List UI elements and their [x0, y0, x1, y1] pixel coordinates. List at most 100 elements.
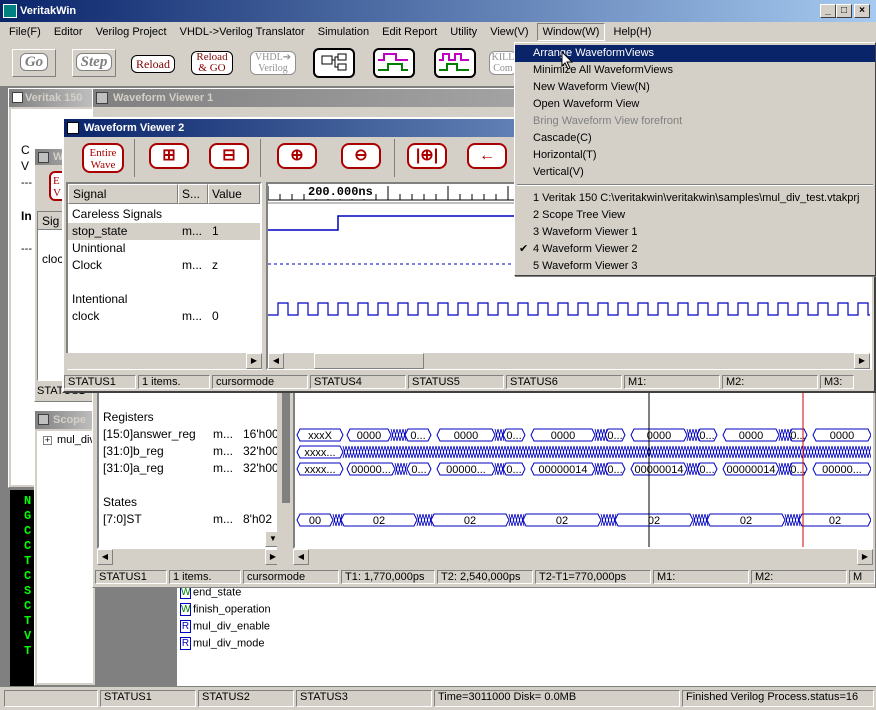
main-titlebar[interactable]: VeritakWin _ □ ×	[0, 0, 876, 22]
signal-name[interactable]: Clock	[72, 257, 102, 274]
wv2-signal-hscroll[interactable]: ▶	[66, 353, 262, 369]
window-menu-item[interactable]: Open Waveform View	[515, 96, 875, 113]
scroll-left-icon[interactable]: ◀	[293, 549, 309, 565]
wv1-vscroll-thumb[interactable]	[281, 389, 291, 504]
scroll-right-icon[interactable]: ▶	[857, 549, 873, 565]
wv1-wave-hscroll[interactable]: ◀ ▶	[293, 549, 873, 565]
close-icon[interactable]: ×	[854, 4, 870, 18]
zoom-out-button[interactable]: ⊟	[208, 139, 250, 173]
menu-view[interactable]: View(V)	[485, 23, 533, 41]
scroll-right-icon[interactable]: ▶	[854, 353, 870, 369]
signal-name[interactable]: clock	[72, 308, 99, 325]
signal-name[interactable]: Intentional	[72, 291, 127, 308]
bus-segment: 00000014	[530, 462, 596, 476]
bus-label: xxxx...	[304, 447, 335, 459]
menu-utility[interactable]: Utility	[445, 23, 482, 41]
step-button[interactable]: Step	[72, 49, 116, 77]
scroll-left-icon[interactable]: ◀	[268, 353, 284, 369]
menu-editor[interactable]: Editor	[49, 23, 88, 41]
bus-label: 02	[464, 515, 476, 527]
tree-item[interactable]: Wfinish_operation	[180, 603, 271, 619]
zoom-in-button[interactable]: ⊞	[148, 139, 190, 173]
column-s[interactable]: S...	[178, 184, 208, 204]
bus-label: xxxx...	[304, 464, 335, 476]
signal-name[interactable]: States	[103, 494, 137, 511]
window-menu-item[interactable]: Cascade(C)	[515, 130, 875, 147]
console-line: C	[24, 539, 32, 553]
signal-name[interactable]: stop_state	[72, 223, 127, 240]
signal-name[interactable]: Unintional	[72, 240, 125, 257]
window-icon	[96, 92, 108, 104]
previous-edge-button[interactable]: ←	[466, 139, 508, 173]
expand-icon[interactable]: +	[43, 436, 52, 445]
maximize-icon[interactable]: □	[836, 4, 852, 18]
menu-verilog-project[interactable]: Verilog Project	[91, 23, 172, 41]
menu-simulation[interactable]: Simulation	[313, 23, 374, 41]
window-list-item[interactable]: 3 Waveform Viewer 1	[515, 224, 875, 241]
zoom-range-button[interactable]: |⊕|	[406, 139, 448, 173]
bus-segment: 0000	[722, 428, 780, 442]
column-value[interactable]: Value	[208, 184, 260, 204]
signal-name[interactable]: [31:0]b_reg	[103, 443, 164, 460]
reload-go-button[interactable]: Reload & GO	[186, 48, 238, 76]
wv1-hscroll[interactable]: ◀ ▶	[97, 549, 281, 565]
signal-name[interactable]: Registers	[103, 409, 154, 426]
window-list-item[interactable]: ✔ 4 Waveform Viewer 2	[515, 241, 875, 258]
main-statusbar: STATUS1 STATUS2 STATUS3 Time=3011000 Dis…	[0, 689, 876, 709]
window-list-item[interactable]: 2 Scope Tree View	[515, 207, 875, 224]
bus-segment: 0...	[696, 462, 718, 476]
zoom-in-icon: ⊞	[149, 143, 189, 169]
menu-file[interactable]: File(F)	[4, 23, 46, 41]
window-list-item[interactable]: 1 Veritak 150 C:\veritakwin\veritakwin\s…	[515, 190, 875, 207]
waveform-button-1[interactable]	[373, 48, 415, 78]
entire-wave-button[interactable]: Entire Wave	[82, 143, 124, 173]
cursor-zoom-in-button[interactable]: ⊕	[276, 139, 318, 173]
waveform-button-2[interactable]	[434, 48, 476, 78]
time-label: 200.000ns	[308, 185, 373, 199]
cursor-zoom-out-button[interactable]: ⊖	[340, 139, 382, 173]
tree-item[interactable]: Rmul_div_enable	[180, 620, 270, 636]
scroll-right-icon[interactable]: ▶	[246, 353, 262, 369]
scroll-left-icon[interactable]: ◀	[97, 549, 113, 565]
window-list-item[interactable]: 5 Waveform Viewer 3	[515, 258, 875, 275]
column-signal[interactable]: Signal	[68, 184, 178, 204]
window-menu-item[interactable]: Vertical(V)	[515, 164, 875, 181]
signal-name[interactable]: [31:0]a_reg	[103, 460, 164, 477]
bus-segment: 02	[614, 513, 694, 527]
bus-label: 02	[373, 515, 385, 527]
tree-item[interactable]: Wend_state	[180, 586, 241, 602]
scope-titlebar[interactable]: Scope	[35, 411, 95, 429]
signal-name[interactable]: [15:0]answer_reg	[103, 426, 196, 443]
waveform-icon	[439, 53, 469, 71]
bus-segment: 02	[706, 513, 786, 527]
signal-name[interactable]: [7:0]ST	[103, 511, 142, 528]
wv2-wave-hscroll[interactable]: ◀ ▶	[268, 353, 870, 369]
signal-tree-list[interactable]: Wend_state Wfinish_operation Rmul_div_enab…	[176, 584, 876, 686]
scope-tree-icon	[321, 53, 347, 71]
window-menu-item[interactable]: New Waveform View(N)	[515, 79, 875, 96]
window-menu-item[interactable]: Horizontal(T)	[515, 147, 875, 164]
menu-window[interactable]: Window(W)	[536, 23, 606, 41]
veritak-titlebar[interactable]: Veritak 150	[9, 89, 95, 107]
bus-dense	[692, 513, 709, 527]
wv2-signal-pane[interactable]: Signal S... Value Careless Signals stop_s…	[66, 182, 262, 370]
wv1-wave-pane[interactable]: xxxX 0000 0... 0000 0... 0000 0... 0000 0... 0000…	[293, 389, 873, 549]
minimize-icon[interactable]: _	[820, 4, 836, 18]
menu-vhdl-translator[interactable]: VHDL->Verilog Translator	[175, 23, 310, 41]
reload-button[interactable]: Reload	[127, 50, 179, 78]
vhdl-verilog-button[interactable]: VHDL➔ Verilog	[246, 48, 300, 76]
bus-label: 00000...	[351, 464, 391, 476]
scope-tree[interactable]: + mul_div	[37, 431, 95, 683]
go-button[interactable]: Go	[12, 49, 56, 77]
signal-name[interactable]: Careless Signals	[72, 206, 162, 223]
menu-edit-report[interactable]: Edit Report	[377, 23, 442, 41]
menu-help[interactable]: Help(H)	[609, 23, 657, 41]
scope-tree-button[interactable]	[313, 48, 355, 78]
arrow-left-icon: ←	[467, 143, 507, 169]
scope-tree-window[interactable]: Scope + mul_div	[34, 410, 96, 686]
tree-item[interactable]: Rmul_div_mode	[180, 637, 265, 653]
wv1-signal-pane[interactable]: Registers [15:0]answer_reg m... 16'h00 [31:0…	[97, 389, 281, 549]
console-line: T	[24, 554, 32, 568]
scroll-thumb[interactable]	[314, 353, 424, 369]
bus-label: 00000...	[822, 464, 862, 476]
